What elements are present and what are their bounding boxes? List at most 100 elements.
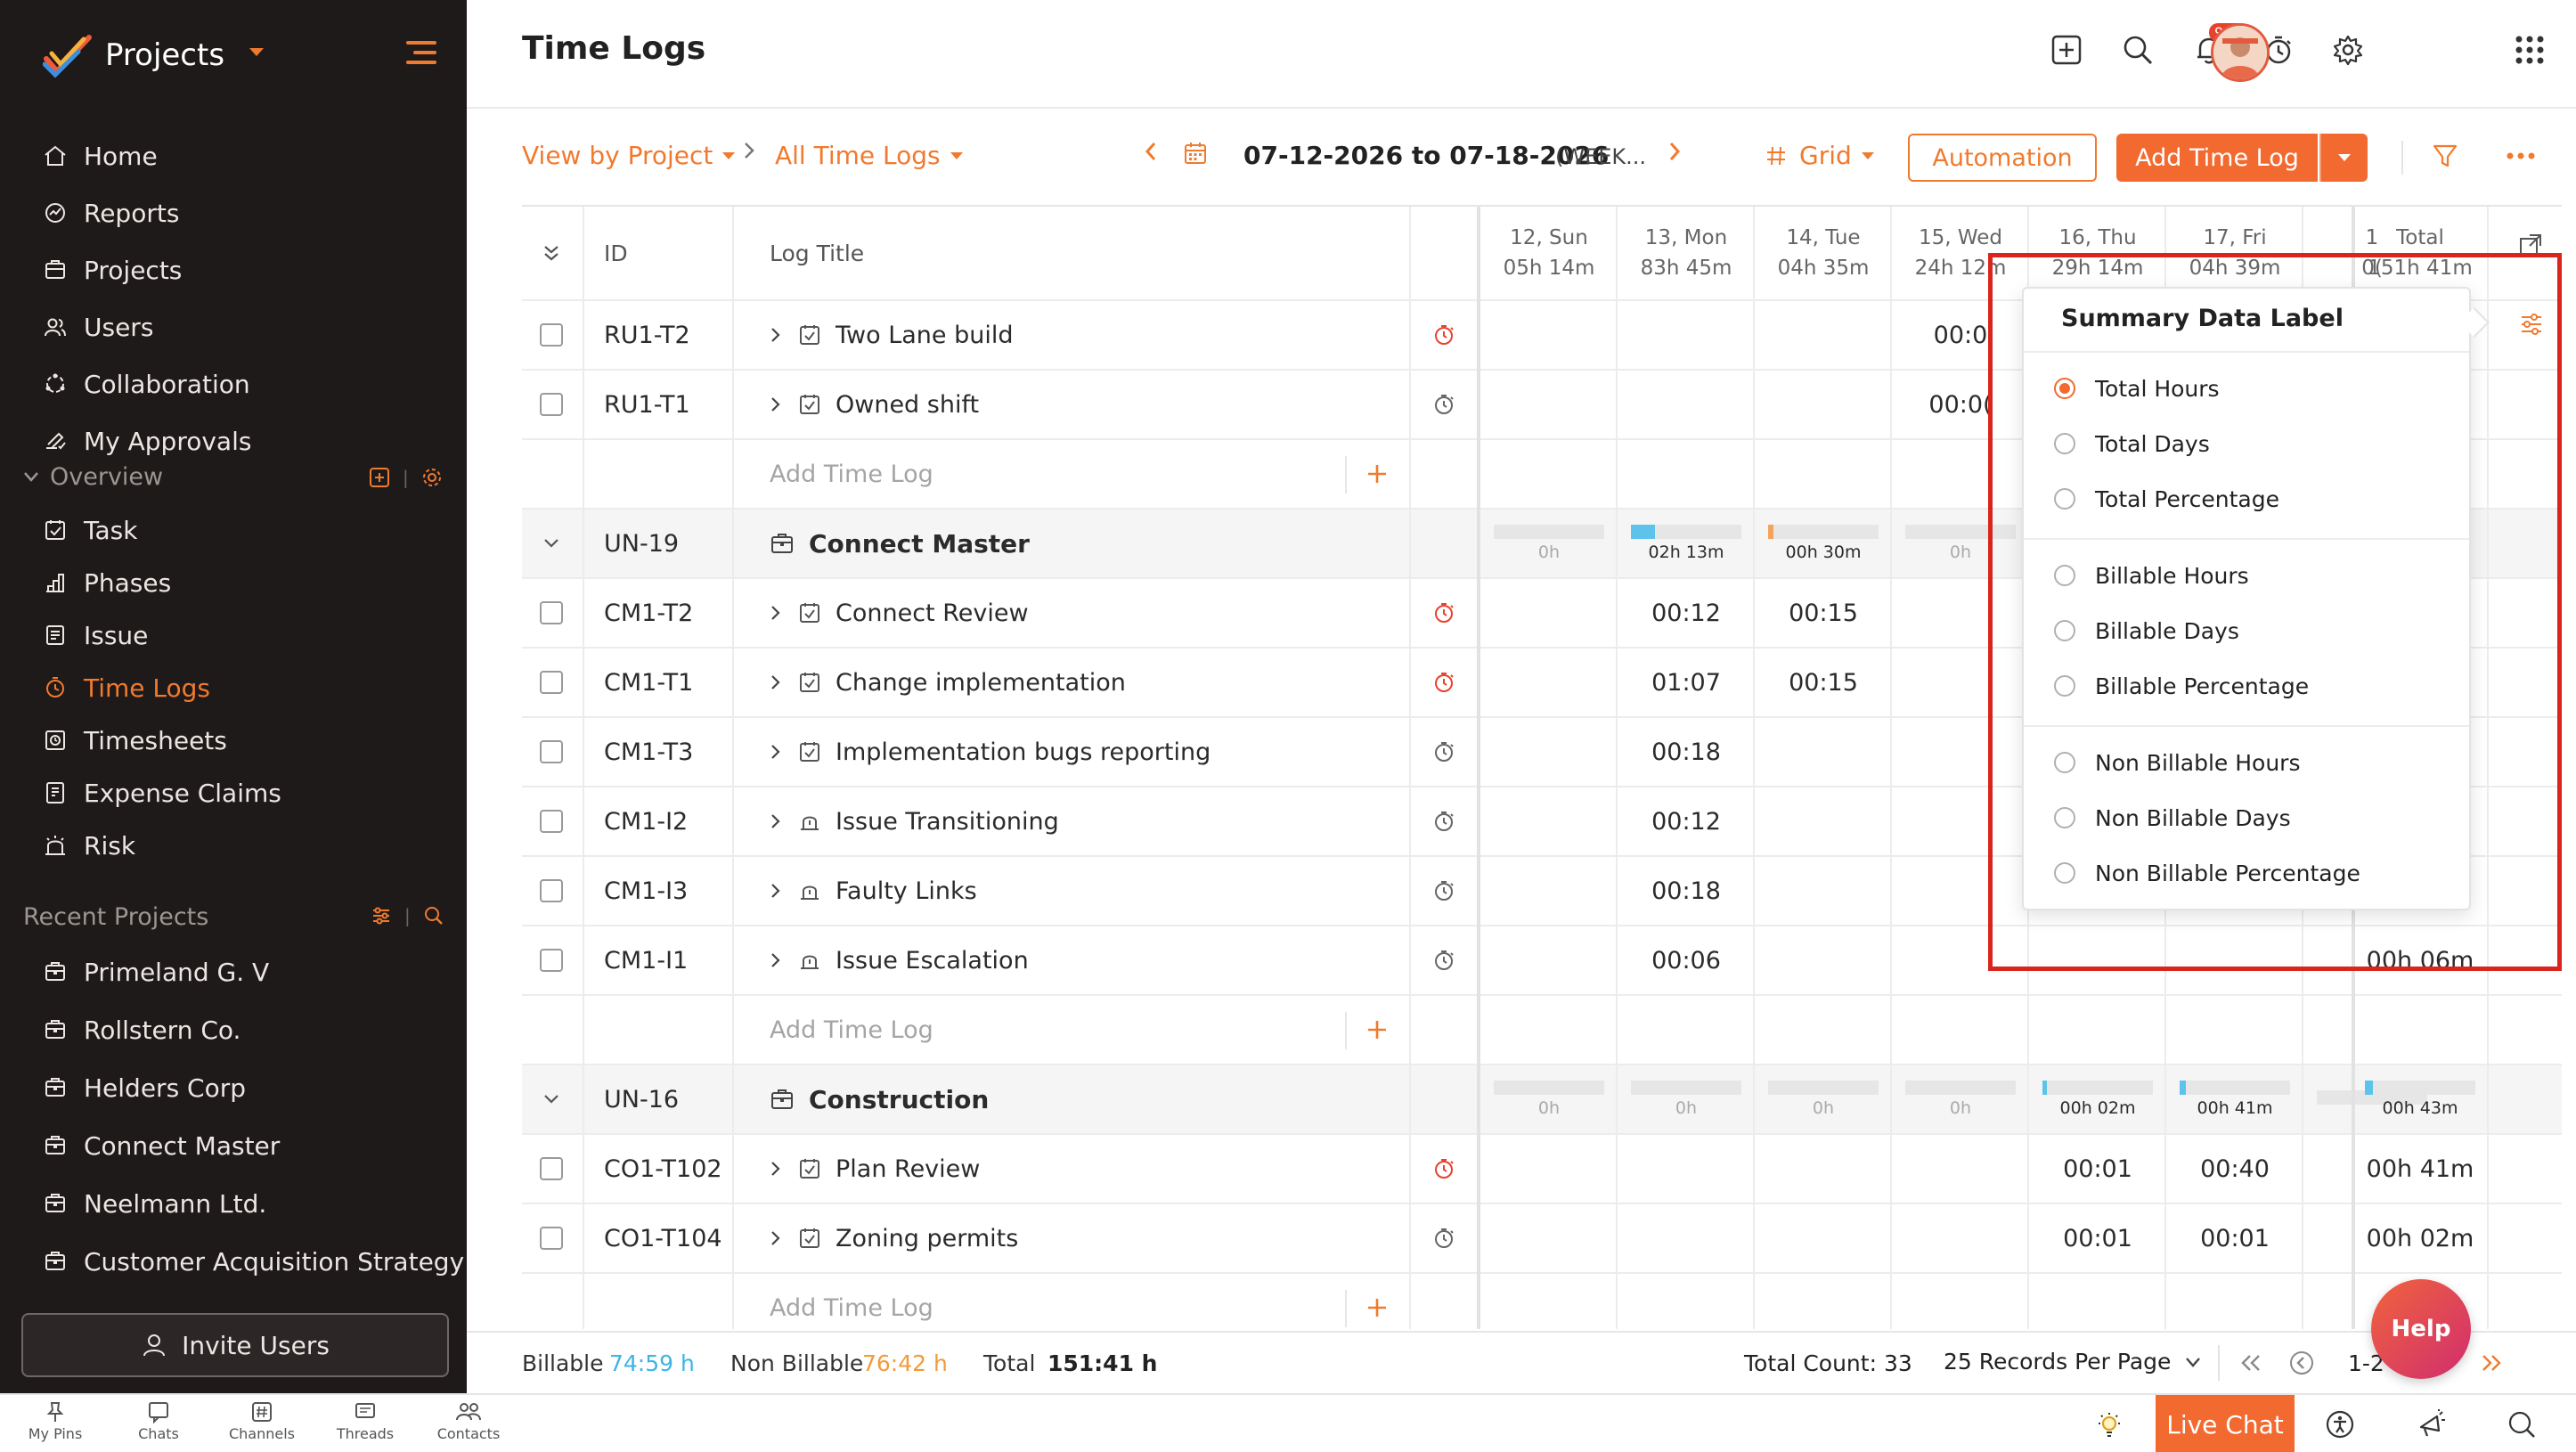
my-pins-button[interactable]: My Pins (11, 1400, 100, 1442)
row-title[interactable]: Plan Review (770, 1135, 980, 1203)
sidebar-item-expense-claims[interactable]: Expense Claims (39, 771, 281, 815)
settings-gear-icon[interactable] (2332, 34, 2364, 66)
app-grid-icon[interactable] (2514, 34, 2546, 66)
recent-project-item[interactable]: Primeland G. V (39, 950, 269, 994)
day-value[interactable]: 01:07 (1618, 649, 1755, 716)
timer-icon[interactable] (1432, 857, 1455, 925)
channels-hash-button[interactable]: Channels (217, 1400, 306, 1442)
collapse-all-icon[interactable] (542, 207, 561, 299)
row-checkbox[interactable] (540, 671, 563, 694)
recent-filter-icon[interactable] (371, 905, 392, 926)
day-value[interactable]: 00:06 (1618, 926, 1755, 994)
timer-icon[interactable] (1432, 371, 1455, 438)
row-checkbox[interactable] (540, 949, 563, 972)
add-time-log-plus-icon[interactable] (1365, 440, 1390, 508)
invite-users-button[interactable]: Invite Users (21, 1313, 449, 1377)
row-title[interactable]: Change implementation (770, 649, 1126, 716)
add-time-log-button[interactable]: Add Time Log (2116, 134, 2318, 182)
day-value[interactable]: 00:01 (2029, 1135, 2166, 1203)
row-id[interactable]: RU1-T2 (604, 301, 690, 369)
threads-button[interactable]: Threads (321, 1400, 410, 1442)
add-time-log-plus-icon[interactable] (1365, 1274, 1390, 1329)
day-value[interactable]: 00:01 (2166, 1204, 2303, 1272)
first-page-icon[interactable] (2239, 1352, 2262, 1374)
row-checkbox[interactable] (540, 1227, 563, 1250)
row-id[interactable]: CM1-I2 (604, 787, 688, 855)
row-checkbox[interactable] (540, 601, 563, 624)
filter-funnel-icon[interactable] (2432, 143, 2458, 169)
row-title[interactable]: Faulty Links (770, 857, 977, 925)
chevron-right-icon[interactable] (770, 1159, 782, 1179)
overview-section-header[interactable]: Overview (23, 456, 163, 497)
search-bottom-icon[interactable] (2507, 1409, 2537, 1440)
row-checkbox[interactable] (540, 323, 563, 347)
timer-running-icon[interactable] (1432, 649, 1455, 716)
row-id[interactable]: CM1-T1 (604, 649, 693, 716)
day-value[interactable]: 00:40 (2166, 1135, 2303, 1203)
collapse-group-icon[interactable] (542, 1065, 561, 1133)
view-by-dropdown[interactable]: View by Project (522, 141, 736, 170)
prev-page-icon[interactable] (2289, 1350, 2314, 1375)
add-time-log-plus-icon[interactable] (1365, 996, 1390, 1064)
help-button[interactable]: Help (2371, 1279, 2471, 1379)
day-value[interactable]: 00:15 (1755, 579, 1892, 647)
view-mode-dropdown[interactable]: Grid (1765, 141, 1875, 170)
row-id[interactable]: CM1-T3 (604, 718, 693, 786)
recent-project-item[interactable]: Connect Master (39, 1123, 280, 1168)
timer-icon[interactable] (1432, 926, 1455, 994)
timer-running-icon[interactable] (1432, 301, 1455, 369)
chevron-right-icon[interactable] (770, 603, 782, 623)
row-checkbox[interactable] (540, 810, 563, 833)
sidebar-item-risk[interactable]: Risk (39, 823, 135, 868)
row-id[interactable]: CM1-I3 (604, 857, 688, 925)
more-options-icon[interactable] (2507, 151, 2535, 160)
sidebar-item-issue[interactable]: Issue (39, 613, 148, 657)
table-row[interactable]: CO1-T104 Zoning permits 00:01 00:01 00h 02m (522, 1204, 2562, 1274)
day-value[interactable]: 00:15 (1755, 649, 1892, 716)
log-filter-dropdown[interactable]: All Time Logs (775, 141, 964, 170)
group-row[interactable]: UN-16 Construction 0h 0h 0h 0h 00h 02m 00h 41m 0… (522, 1065, 2562, 1135)
add-time-log-link[interactable]: Add Time Log (770, 996, 933, 1064)
calendar-icon[interactable] (1183, 141, 1208, 166)
add-time-log-link[interactable]: Add Time Log (770, 440, 933, 508)
announcement-icon[interactable] (2416, 1409, 2446, 1440)
bulb-icon[interactable] (2095, 1411, 2124, 1440)
chevron-right-icon[interactable] (770, 881, 782, 901)
next-range-icon[interactable] (1667, 141, 1682, 162)
sidebar-item-phases[interactable]: Phases (39, 560, 171, 605)
recent-project-item[interactable]: Customer Acquisition Strategy (39, 1239, 464, 1284)
overview-settings-icon[interactable] (421, 467, 443, 488)
accessibility-icon[interactable] (2325, 1409, 2355, 1440)
recent-project-item[interactable]: Helders Corp (39, 1065, 246, 1110)
chevron-right-icon[interactable] (770, 742, 782, 762)
timer-icon[interactable] (1432, 787, 1455, 855)
row-checkbox[interactable] (540, 393, 563, 416)
chevron-right-icon[interactable] (770, 812, 782, 831)
column-header-log-title[interactable]: Log Title (770, 207, 864, 299)
timer-running-icon[interactable] (1432, 1135, 1455, 1203)
contacts-button[interactable]: Contacts (424, 1400, 513, 1442)
search-icon[interactable] (2122, 34, 2154, 66)
row-id[interactable]: CM1-T2 (604, 579, 693, 647)
add-time-log-link[interactable]: Add Time Log (770, 1274, 933, 1329)
chevron-right-icon[interactable] (770, 395, 782, 414)
row-title[interactable]: Connect Review (770, 579, 1029, 647)
row-id[interactable]: CM1-I1 (604, 926, 688, 994)
app-switch-caret-icon[interactable] (248, 46, 265, 59)
chevron-right-icon[interactable] (770, 1228, 782, 1248)
recent-project-item[interactable]: Neelmann Ltd. (39, 1181, 266, 1226)
day-value[interactable]: 00:18 (1618, 857, 1755, 925)
timer-running-icon[interactable] (1432, 579, 1455, 647)
row-id[interactable]: RU1-T1 (604, 371, 690, 438)
row-checkbox[interactable] (540, 740, 563, 763)
add-time-log-dropdown[interactable] (2319, 134, 2368, 182)
collapse-group-icon[interactable] (542, 510, 561, 577)
chevron-right-icon[interactable] (770, 673, 782, 692)
sidebar-item-task[interactable]: Task (39, 508, 137, 552)
sidebar-item-projects[interactable]: Projects (39, 248, 182, 292)
user-avatar[interactable] (2211, 23, 2270, 82)
recent-search-icon[interactable] (423, 905, 444, 926)
table-row[interactable]: CO1-T102 Plan Review 00:01 00:40 00h 41m (522, 1135, 2562, 1204)
row-id[interactable]: CO1-T104 (604, 1204, 722, 1272)
sidebar-item-users[interactable]: Users (39, 305, 153, 349)
